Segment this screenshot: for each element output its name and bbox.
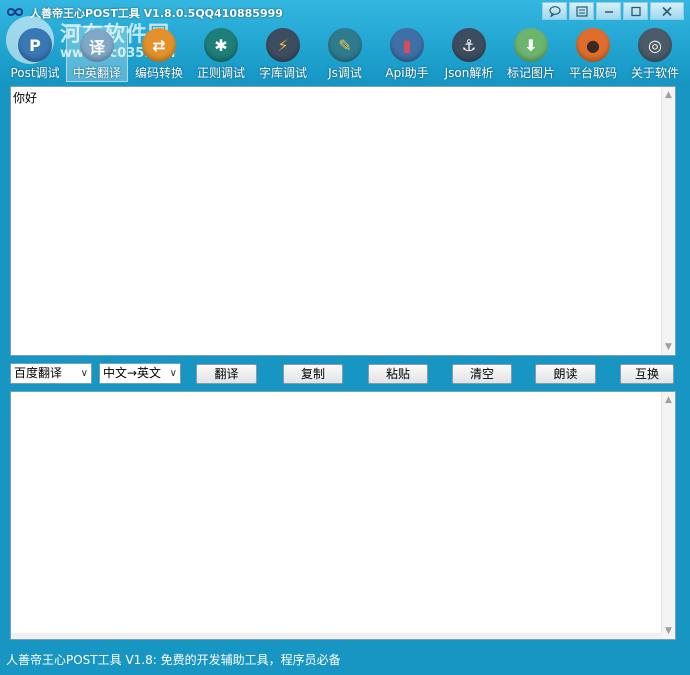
toolbar-item-about[interactable]: ◎ 关于软件: [624, 26, 686, 82]
toolbar-label: 中英翻译: [72, 66, 121, 80]
toolbar-label: 编码转换: [134, 66, 183, 80]
mark-image-icon: ⬇: [514, 28, 548, 62]
js-icon: ✎: [328, 28, 362, 62]
engine-select-value: 百度翻译: [14, 366, 63, 380]
toolbar-label: Json解析: [444, 66, 494, 80]
paste-button[interactable]: 粘贴: [368, 364, 428, 384]
input-scrollbar[interactable]: ▲ ▼: [661, 87, 675, 355]
translate-button[interactable]: 翻译: [196, 364, 257, 384]
controls-row: 百度翻译 ∨ 中文→英文 ∨ 翻译 复制 粘贴 清空 朗读 互换: [0, 363, 690, 385]
toolbar-label: 关于软件: [630, 66, 679, 80]
toolbar-label: 标记图片: [506, 66, 555, 80]
toolbar-item-regex[interactable]: ✱ 正则调试: [190, 26, 252, 82]
platform-icon: ●: [576, 28, 610, 62]
input-textarea[interactable]: 你好 ▲ ▼: [10, 86, 676, 356]
post-icon: P: [18, 28, 52, 62]
menu-icon[interactable]: [569, 2, 594, 20]
window-title: 人善帝王心POST工具 V1.8.0.5QQ410885999: [30, 7, 283, 20]
read-aloud-button[interactable]: 朗读: [535, 364, 596, 384]
toolbar-label: 平台取码: [568, 66, 617, 80]
encode-icon: ⇄: [142, 28, 176, 62]
toolbar-label: 正则调试: [196, 66, 245, 80]
output-scrollbar[interactable]: ▲ ▼: [661, 392, 675, 639]
copy-button[interactable]: 复制: [283, 364, 343, 384]
infinity-logo-icon: [6, 8, 24, 16]
toolbar-label: Api助手: [385, 66, 429, 80]
input-text: 你好: [13, 91, 38, 105]
toolbar-label: Js调试: [328, 66, 362, 80]
toolbar-item-translate[interactable]: 译中英翻译: [66, 26, 128, 82]
toolbar-item-js[interactable]: ✎ Js调试: [314, 26, 376, 82]
chevron-down-icon: ∨: [80, 368, 88, 379]
chat-bubble-icon[interactable]: [542, 2, 567, 20]
scroll-down-icon[interactable]: ▼: [663, 625, 674, 637]
chevron-down-icon: ∨: [169, 368, 177, 379]
toolbar-item-api[interactable]: ▮ Api助手: [376, 26, 438, 82]
toolbar-label: 字库调试: [258, 66, 307, 80]
direction-select[interactable]: 中文→英文 ∨: [99, 363, 181, 384]
scroll-down-icon[interactable]: ▼: [663, 341, 674, 353]
font-lib-icon: ⚡: [266, 28, 300, 62]
about-icon: ◎: [638, 28, 672, 62]
toolbar-item-platform[interactable]: ● 平台取码: [562, 26, 624, 82]
toolbar-item-json[interactable]: ⚓ Json解析: [438, 26, 500, 82]
engine-select[interactable]: 百度翻译 ∨: [10, 363, 92, 384]
regex-icon: ✱: [204, 28, 238, 62]
app-window: 人善帝王心POST工具 V1.8.0.5QQ410885999 河东软件园 ww…: [0, 0, 690, 675]
status-bar: 人善帝王心POST工具 V1.8: 免费的开发辅助工具，程序员必备: [0, 647, 690, 675]
toolbar-label: Post调试: [10, 66, 60, 80]
minimize-icon[interactable]: [596, 2, 621, 20]
clear-button[interactable]: 清空: [452, 364, 512, 384]
translate-icon: 译: [80, 29, 114, 62]
toolbar-item-post[interactable]: P Post调试: [4, 26, 66, 82]
maximize-icon[interactable]: [623, 2, 648, 20]
system-buttons: [540, 2, 684, 20]
output-textarea[interactable]: ▲ ▼: [10, 391, 676, 640]
direction-select-value: 中文→英文: [103, 366, 162, 380]
toolbar-item-mark-image[interactable]: ⬇ 标记图片: [500, 26, 562, 82]
toolbar-item-font-lib[interactable]: ⚡ 字库调试: [252, 26, 314, 82]
scroll-up-icon[interactable]: ▲: [663, 394, 674, 406]
title-bar: 人善帝王心POST工具 V1.8.0.5QQ410885999: [0, 0, 690, 24]
status-text: 人善帝王心POST工具 V1.8: 免费的开发辅助工具，程序员必备: [6, 653, 341, 667]
toolbar: P Post调试 译中英翻译 ⇄ 编码转换 ✱ 正则调试 ⚡ 字库调试 ✎ Js调试 ▮ A…: [4, 26, 688, 82]
api-icon: ▮: [390, 28, 424, 62]
toolbar-item-encode[interactable]: ⇄ 编码转换: [128, 26, 190, 82]
scroll-up-icon[interactable]: ▲: [663, 89, 674, 101]
swap-button[interactable]: 互换: [620, 364, 674, 384]
json-icon: ⚓: [452, 28, 486, 62]
close-icon[interactable]: [650, 2, 684, 20]
output-hscrollbar[interactable]: [11, 633, 662, 639]
